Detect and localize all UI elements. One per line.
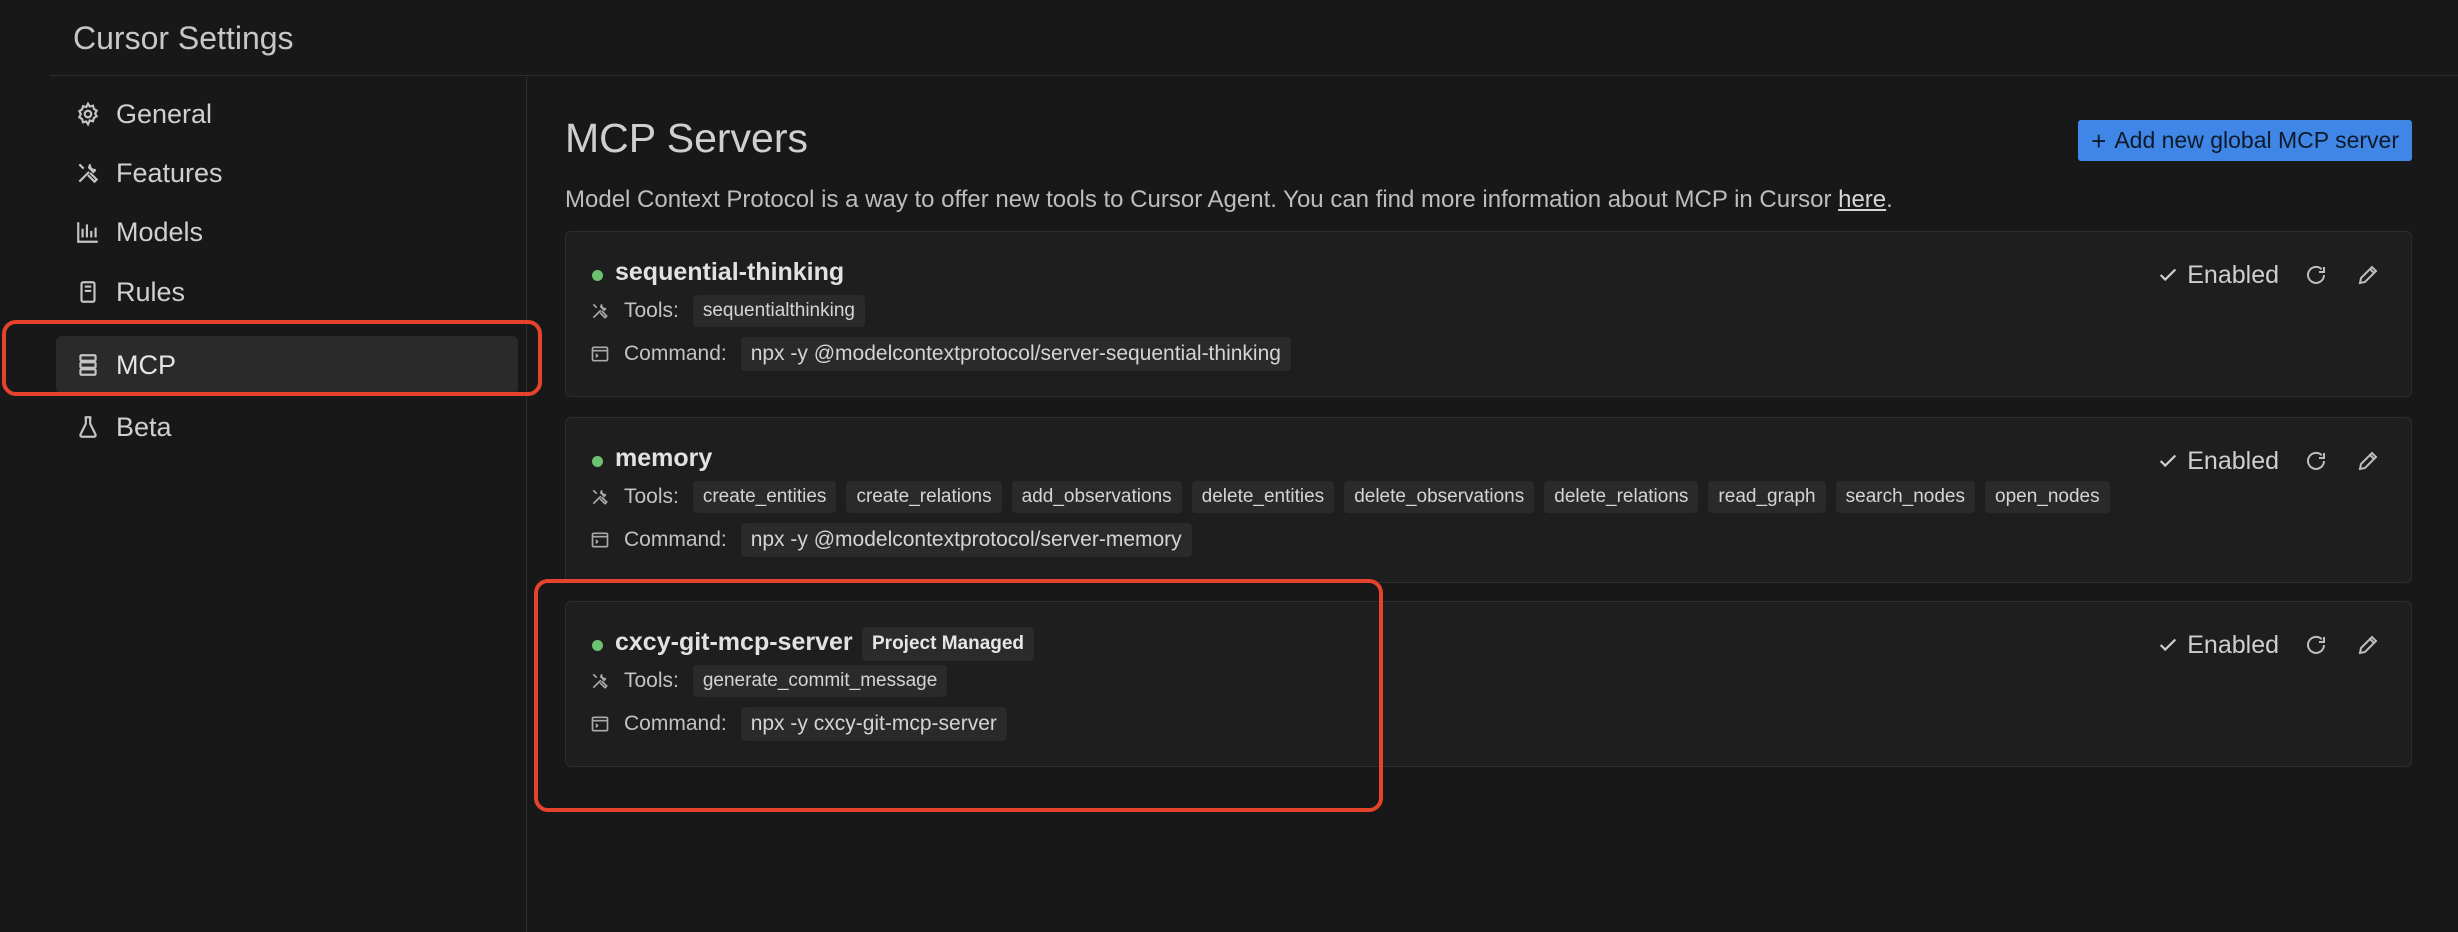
command-value: npx -y @modelcontextprotocol/server-memo…	[740, 523, 1192, 557]
page-title: MCP Servers	[565, 115, 809, 161]
server-name: sequential-thinking	[615, 258, 845, 286]
server-card-sequential-thinking: sequential-thinking Tools: sequentialthi…	[565, 231, 2412, 397]
tool-chip: delete_observations	[1344, 481, 1535, 513]
tools-icon	[590, 300, 612, 322]
check-icon	[2160, 268, 2177, 282]
tool-chip: create_entities	[692, 481, 837, 513]
edit-icon[interactable]	[2353, 260, 2383, 290]
gear-icon	[74, 100, 102, 128]
status-dot	[592, 270, 603, 281]
description-end: .	[1886, 186, 1893, 213]
sidebar-item-label: General	[116, 98, 213, 129]
server-card-memory: memory Tools: create_entities create_rel…	[565, 417, 2412, 583]
sidebar-item-label: Features	[116, 157, 223, 188]
edit-icon[interactable]	[2353, 446, 2383, 476]
check-icon	[2160, 638, 2177, 652]
tools-icon	[590, 486, 612, 508]
tool-chip: open_nodes	[1985, 481, 2110, 513]
sidebar-item-beta[interactable]: Beta	[56, 398, 518, 456]
tools-label: Tools:	[624, 669, 679, 692]
sidebar-item-label: Rules	[116, 276, 186, 307]
sidebar-item-label: MCP	[116, 349, 176, 380]
check-icon	[2160, 454, 2177, 468]
command-label: Command:	[624, 528, 727, 551]
command-row: Command: npx -y cxcy-git-mcp-server	[590, 707, 1017, 741]
server-name: memory	[615, 444, 713, 472]
plus-icon: +	[2091, 125, 2107, 156]
enabled-label: Enabled	[2187, 260, 2279, 289]
tool-chip: add_observations	[1011, 481, 1182, 513]
command-row: Command: npx -y @modelcontextprotocol/se…	[590, 337, 1301, 371]
tool-chip: sequentialthinking	[692, 295, 865, 327]
enabled-toggle[interactable]: Enabled	[2157, 447, 2279, 476]
enabled-label: Enabled	[2187, 446, 2279, 475]
here-link[interactable]: here	[1838, 186, 1886, 213]
server-icon	[74, 351, 102, 379]
terminal-icon	[590, 343, 612, 365]
sidebar-item-features[interactable]: Features	[56, 144, 518, 202]
server-name: cxcy-git-mcp-server	[615, 628, 853, 656]
flask-icon	[74, 413, 102, 441]
card-actions: Enabled	[2157, 628, 2383, 662]
title-bar: Cursor Settings	[50, 0, 2458, 76]
status-dot	[592, 640, 603, 651]
description-text: Model Context Protocol is a way to offer…	[565, 186, 1839, 213]
tool-chip: create_relations	[846, 481, 1002, 513]
tool-chip: delete_entities	[1191, 481, 1335, 513]
tool-chip: read_graph	[1708, 481, 1826, 513]
tools-icon	[590, 670, 612, 692]
card-actions: Enabled	[2157, 258, 2383, 292]
command-label: Command:	[624, 712, 727, 735]
add-global-mcp-server-button[interactable]: + Add new global MCP server	[2078, 120, 2412, 161]
tool-chip: search_nodes	[1835, 481, 1975, 513]
document-icon	[74, 278, 102, 306]
description: Model Context Protocol is a way to offer…	[565, 186, 1893, 214]
edit-icon[interactable]	[2353, 630, 2383, 660]
status-dot	[592, 456, 603, 467]
sidebar-item-general[interactable]: General	[56, 85, 518, 143]
sidebar: General Features Models Rules MCP Beta	[50, 77, 527, 932]
add-button-label: Add new global MCP server	[2114, 127, 2399, 153]
tools-label: Tools:	[624, 485, 679, 508]
terminal-icon	[590, 713, 612, 735]
tools-label: Tools:	[624, 299, 679, 322]
sidebar-item-rules[interactable]: Rules	[56, 263, 518, 321]
tools-row: Tools: sequentialthinking	[590, 294, 875, 328]
tools-row: Tools: create_entities create_relations …	[590, 480, 2120, 514]
enabled-label: Enabled	[2187, 630, 2279, 659]
terminal-icon	[590, 529, 612, 551]
refresh-icon[interactable]	[2301, 446, 2331, 476]
command-label: Command:	[624, 342, 727, 365]
window-title: Cursor Settings	[73, 20, 294, 56]
project-managed-badge: Project Managed	[862, 627, 1035, 661]
tools-row: Tools: generate_commit_message	[590, 664, 957, 698]
command-value: npx -y @modelcontextprotocol/server-sequ…	[740, 337, 1291, 371]
tool-chip: delete_relations	[1544, 481, 1699, 513]
card-actions: Enabled	[2157, 444, 2383, 478]
sidebar-item-label: Models	[116, 216, 204, 247]
tool-chip: generate_commit_message	[692, 665, 948, 697]
refresh-icon[interactable]	[2301, 630, 2331, 660]
main-content: MCP Servers + Add new global MCP server …	[527, 77, 2458, 932]
refresh-icon[interactable]	[2301, 260, 2331, 290]
bar-chart-icon	[74, 218, 102, 246]
enabled-toggle[interactable]: Enabled	[2157, 631, 2279, 660]
server-card-cxcy-git-mcp-server: cxcy-git-mcp-server Project Managed Tool…	[565, 601, 2412, 767]
tools-icon	[74, 159, 102, 187]
enabled-toggle[interactable]: Enabled	[2157, 261, 2279, 290]
command-value: npx -y cxcy-git-mcp-server	[740, 707, 1007, 741]
sidebar-item-mcp[interactable]: MCP	[56, 336, 518, 394]
sidebar-item-models[interactable]: Models	[56, 203, 518, 261]
command-row: Command: npx -y @modelcontextprotocol/se…	[590, 523, 1202, 557]
sidebar-item-label: Beta	[116, 411, 172, 442]
